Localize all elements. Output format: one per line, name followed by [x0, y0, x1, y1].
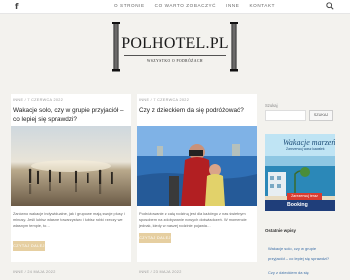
- post-excerpt: Zarówno wakacje indywidualne, jak i grup…: [13, 211, 125, 228]
- nav-item-other[interactable]: INNE: [226, 3, 239, 8]
- facebook-icon[interactable]: f: [15, 2, 18, 11]
- read-more-button[interactable]: CZYTAJ DALEJ: [13, 241, 45, 251]
- ad-subtitle: Zarezerwuj wasz kawałek: [286, 147, 325, 151]
- search-button[interactable]: SZUKAJ: [309, 110, 333, 121]
- ad-title: Wakacje marzeń: [283, 138, 336, 147]
- ad-cta-button[interactable]: Zarezerwuj teraz: [287, 193, 322, 200]
- recent-post-link[interactable]: Wakacje solo, czy w grupie: [268, 246, 316, 252]
- post-title[interactable]: Wakacje solo, czy w grupie przyjaciół – …: [13, 106, 129, 124]
- search-icon[interactable]: [326, 2, 334, 10]
- main-nav: O STRONIE CO WARTO ZOBACZYĆ INNE KONTAKT: [114, 3, 275, 8]
- recent-post-link[interactable]: Czy z dzieckiem da się: [268, 270, 309, 276]
- logo-title: POLHOTEL.PL: [121, 35, 229, 52]
- top-bar: f O STRONIE CO WARTO ZOBACZYĆ INNE KONTA…: [0, 0, 350, 14]
- recent-posts-heading: Ostatnie wpisy: [265, 228, 296, 233]
- post-card: INNE / 7 CZERWCA 2022 Czy z dzieckiem da…: [137, 94, 257, 262]
- read-more-button[interactable]: CZYTAJ DALEJ: [139, 233, 171, 243]
- post-meta: INNE / 7 CZERWCA 2022: [139, 98, 190, 102]
- nav-item-about[interactable]: O STRONIE: [114, 3, 145, 8]
- search-label: Szukaj: [265, 103, 278, 108]
- post-image-family[interactable]: [137, 126, 257, 206]
- post-meta: INNE / 7 CZERWCA 2022: [13, 98, 64, 102]
- post-title[interactable]: Czy z dzieckiem da się podróżować?: [139, 106, 255, 115]
- post-card: INNE / 7 CZERWCA 2022 Wakacje solo, czy …: [11, 94, 131, 262]
- site-logo[interactable]: POLHOTEL.PL WSZYSTKO O PODRÓŻACH: [112, 22, 238, 72]
- post-image-beach[interactable]: [11, 126, 131, 206]
- post-excerpt: Podróżowanie z całą rodziną jest dla każ…: [139, 211, 247, 228]
- booking-logo[interactable]: Booking: [265, 200, 335, 211]
- recent-post-link[interactable]: przyjaciół – co lepiej się sprawdzi?: [268, 256, 329, 262]
- post-meta: INNE / 23 MAJA 2022: [139, 270, 182, 274]
- search-input[interactable]: [265, 110, 306, 121]
- nav-item-worth-seeing[interactable]: CO WARTO ZOBACZYĆ: [155, 3, 216, 8]
- post-meta: INNE / 24 MAJA 2022: [13, 270, 56, 274]
- logo-tagline: WSZYSTKO O PODRÓŻACH: [147, 59, 203, 63]
- nav-item-contact[interactable]: KONTAKT: [249, 3, 275, 8]
